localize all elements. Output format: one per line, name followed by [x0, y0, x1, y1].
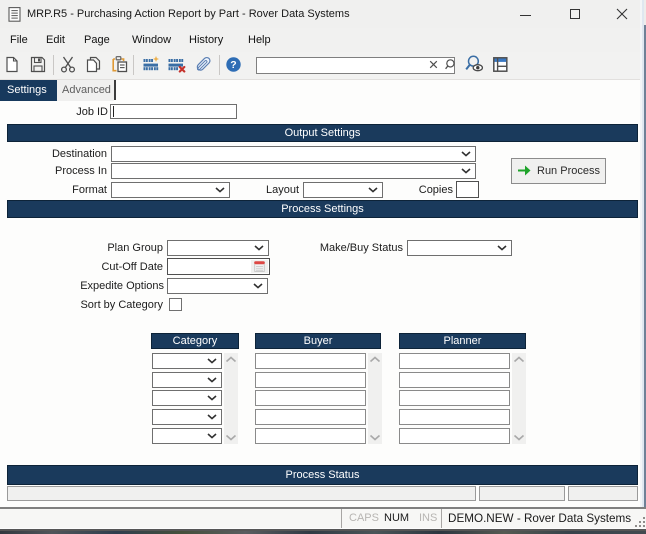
svg-text:?: ? [230, 59, 236, 71]
